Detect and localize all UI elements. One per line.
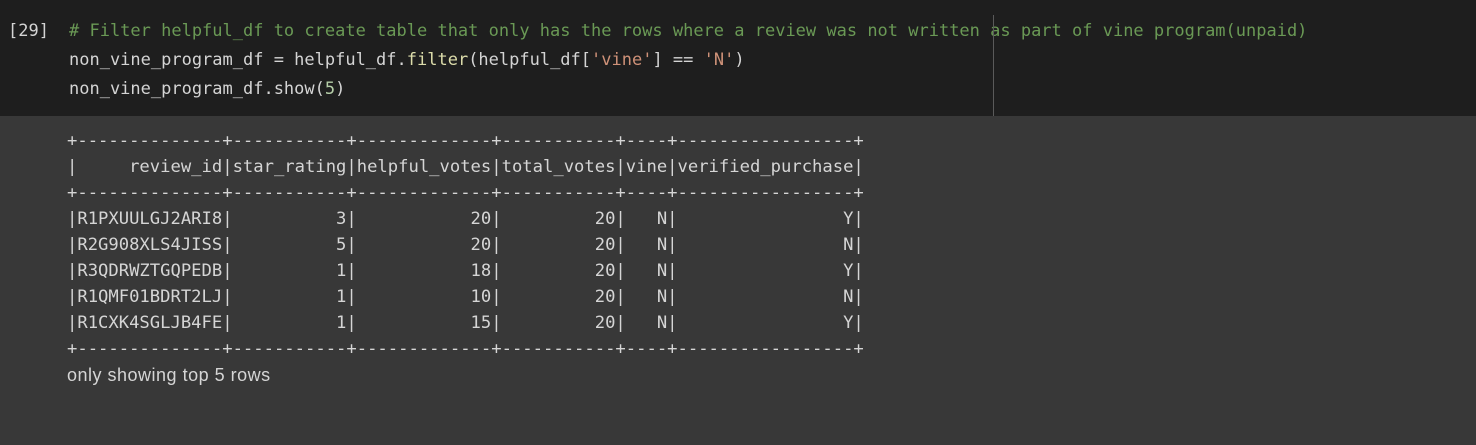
code-token-plain: ) bbox=[734, 50, 745, 70]
editor-ruler bbox=[993, 15, 994, 116]
code-token-plain: ] == bbox=[652, 50, 704, 70]
table-text-line: | review_id|star_rating|helpful_votes|to… bbox=[67, 157, 864, 177]
code-token-comment: # Filter helpful_df to create table that… bbox=[69, 21, 1308, 41]
code-line: # Filter helpful_df to create table that… bbox=[69, 17, 1307, 46]
code-cell-input[interactable]: [29] # Filter helpful_df to create table… bbox=[0, 0, 1476, 116]
code-cell-output: +--------------+-----------+------------… bbox=[0, 116, 1476, 445]
table-text-line: |R1PXUULGJ2ARI8| 3| 20| 20| N| Y| bbox=[67, 209, 864, 229]
code-token-plain: ) bbox=[335, 79, 346, 99]
table-text-line: +--------------+-----------+------------… bbox=[67, 339, 864, 359]
output-footer: only showing top 5 rows bbox=[67, 365, 271, 385]
code-token-string: 'vine' bbox=[591, 50, 653, 70]
code-token-plain: non_vine_program_df = helpful_df. bbox=[69, 50, 407, 70]
code-editor[interactable]: # Filter helpful_df to create table that… bbox=[69, 17, 1307, 104]
show-output: +--------------+-----------+------------… bbox=[67, 128, 864, 388]
code-token-plain: (helpful_df[ bbox=[468, 50, 592, 70]
code-token-method: filter bbox=[406, 50, 469, 70]
code-token-string: 'N' bbox=[703, 50, 735, 70]
table-text-line: |R1QMF01BDRT2LJ| 1| 10| 20| N| N| bbox=[67, 287, 864, 307]
code-line: non_vine_program_df = helpful_df.filter(… bbox=[69, 46, 1307, 75]
code-line: non_vine_program_df.show(5) bbox=[69, 75, 1307, 104]
code-token-plain: non_vine_program_df.show( bbox=[69, 79, 325, 99]
table-text-line: |R2G908XLS4JISS| 5| 20| 20| N| N| bbox=[67, 235, 864, 255]
code-token-number: 5 bbox=[324, 79, 336, 99]
table-text-line: |R3QDRWZTGQPEDB| 1| 18| 20| N| Y| bbox=[67, 261, 864, 281]
table-text-line: |R1CXK4SGLJB4FE| 1| 15| 20| N| Y| bbox=[67, 313, 864, 333]
execution-count: [29] bbox=[8, 21, 49, 41]
table-text-line: +--------------+-----------+------------… bbox=[67, 131, 864, 151]
table-text-line: +--------------+-----------+------------… bbox=[67, 183, 864, 203]
